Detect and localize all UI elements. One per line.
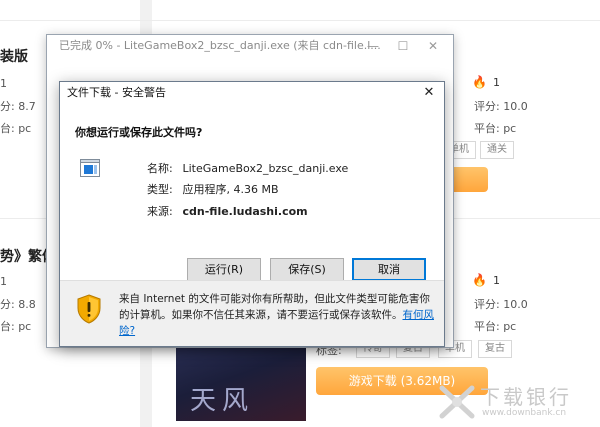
shield-warning-icon bbox=[77, 294, 101, 324]
watermark-name: 下载银行 bbox=[480, 385, 572, 409]
download-button-top[interactable] bbox=[448, 167, 488, 192]
file-source-row: 来源: cdn-file.ludashi.com bbox=[147, 203, 308, 219]
left-rating-2: 分: 8.8 bbox=[0, 298, 36, 311]
left-rating-1: 分: 8.7 bbox=[0, 100, 36, 113]
watermark-url: www.downbank.cn bbox=[482, 408, 567, 418]
watermark-logo-icon bbox=[439, 385, 475, 419]
warning-text: 来自 Internet 的文件可能对你有所帮助，但此文件类型可能危害你的计算机。… bbox=[119, 293, 430, 321]
cancel-button[interactable]: 取消 bbox=[352, 258, 426, 281]
right-count-1: 🔥 1 bbox=[472, 75, 500, 89]
maximize-button[interactable]: ☐ bbox=[389, 35, 417, 57]
file-type-label: 类型: bbox=[147, 183, 173, 196]
left-game-title-1[interactable]: 装版 bbox=[0, 46, 28, 66]
left-count-1: 1 bbox=[0, 77, 7, 90]
right-count-1-value: 1 bbox=[492, 76, 500, 89]
game-thumbnail-art: 天风 bbox=[190, 386, 255, 416]
file-type-row: 类型: 应用程序, 4.36 MB bbox=[147, 181, 279, 197]
site-watermark: 下载银行 www.downbank.cn bbox=[432, 380, 600, 427]
left-count-2: 1 bbox=[0, 275, 7, 288]
right-platform-1: 平台: pc bbox=[474, 122, 517, 135]
security-warning-dialog: 文件下载 - 安全警告 ✕ 你想运行或保存此文件吗? 名称: LiteGameB… bbox=[59, 81, 445, 347]
application-file-icon bbox=[80, 159, 100, 177]
left-platform-1: 台: pc bbox=[0, 122, 32, 135]
file-name-row: 名称: LiteGameBox2_bzsc_danji.exe bbox=[147, 160, 348, 176]
dialog-title: 文件下载 - 安全警告 bbox=[67, 86, 166, 99]
file-name-value: LiteGameBox2_bzsc_danji.exe bbox=[182, 162, 349, 175]
file-name-label: 名称: bbox=[147, 162, 173, 175]
right-count-2-value: 1 bbox=[492, 274, 500, 287]
minimize-button[interactable]: — bbox=[359, 35, 387, 57]
fire-icon: 🔥 bbox=[472, 273, 487, 287]
game-thumbnail[interactable]: 天风 bbox=[176, 341, 306, 421]
window-close-button[interactable]: ✕ bbox=[419, 35, 447, 57]
tag-clearance[interactable]: 通关 bbox=[480, 141, 514, 159]
right-rating-1: 评分: 10.0 bbox=[474, 100, 528, 113]
left-platform-2: 台: pc bbox=[0, 320, 32, 333]
right-rating-2: 评分: 10.0 bbox=[474, 298, 528, 311]
dialog-warning-area: 来自 Internet 的文件可能对你有所帮助，但此文件类型可能危害你的计算机。… bbox=[60, 281, 444, 346]
row-divider bbox=[0, 20, 600, 21]
file-source-label: 来源: bbox=[147, 205, 173, 218]
tag-retro-2[interactable]: 复古 bbox=[478, 340, 512, 358]
dialog-body: 你想运行或保存此文件吗? 名称: LiteGameBox2_bzsc_danji… bbox=[60, 104, 444, 281]
right-platform-2: 平台: pc bbox=[474, 320, 517, 333]
dialog-titlebar: 文件下载 - 安全警告 ✕ bbox=[60, 82, 444, 104]
warning-message: 来自 Internet 的文件可能对你有所帮助，但此文件类型可能危害你的计算机。… bbox=[119, 291, 437, 339]
dialog-question: 你想运行或保存此文件吗? bbox=[75, 126, 203, 139]
dialog-close-button[interactable]: ✕ bbox=[418, 82, 440, 104]
fire-icon: 🔥 bbox=[472, 75, 487, 89]
run-button[interactable]: 运行(R) bbox=[187, 258, 261, 281]
right-count-2: 🔥 1 bbox=[472, 273, 500, 287]
file-type-value: 应用程序, 4.36 MB bbox=[182, 183, 279, 196]
file-source-value: cdn-file.ludashi.com bbox=[182, 205, 308, 218]
save-button[interactable]: 保存(S) bbox=[270, 258, 344, 281]
